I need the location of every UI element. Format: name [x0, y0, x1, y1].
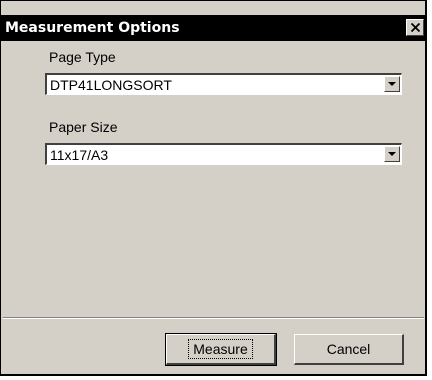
measure-button[interactable]: Measure: [165, 333, 277, 366]
page-type-value: DTP41LONGSORT: [50, 77, 172, 93]
dialog-title: Measurement Options: [5, 20, 180, 36]
paper-size-value: 11x17/A3: [50, 147, 109, 163]
page-type-label: Page Type: [49, 49, 116, 65]
chevron-down-icon: [388, 82, 396, 86]
cancel-button[interactable]: Cancel: [294, 334, 404, 365]
paper-size-label: Paper Size: [49, 119, 118, 135]
page-type-dropdown-button[interactable]: [384, 76, 400, 92]
paper-size-select[interactable]: 11x17/A3: [45, 143, 402, 165]
chevron-down-icon: [388, 152, 396, 156]
title-bar[interactable]: Measurement Options: [1, 15, 426, 41]
cancel-button-label: Cancel: [326, 341, 371, 357]
measurement-options-dialog: Measurement Options Page Type DTP41LONGS…: [0, 0, 427, 376]
close-button[interactable]: [406, 19, 424, 36]
separator-line: [3, 317, 424, 319]
measure-button-label: Measure: [188, 339, 253, 359]
paper-size-dropdown-button[interactable]: [384, 146, 400, 162]
close-icon: [411, 23, 420, 32]
page-type-select[interactable]: DTP41LONGSORT: [45, 73, 402, 95]
